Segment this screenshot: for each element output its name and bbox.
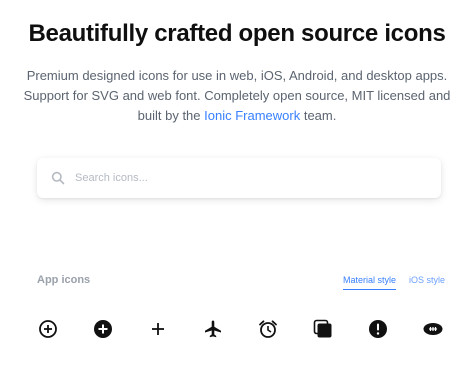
airplane-icon[interactable] [202,318,224,340]
add-icon[interactable] [147,318,169,340]
ionic-framework-link[interactable]: Ionic Framework [204,108,300,123]
alert-circle-icon[interactable] [367,318,389,340]
icon-grid [37,318,449,340]
section-title: App icons [37,274,91,286]
search-box[interactable] [37,158,441,198]
search-input[interactable] [73,171,441,185]
page-title: Beautifully crafted open source icons [28,20,446,47]
style-tabs: Material style iOS style [342,275,445,290]
hero-desc-line-3-pre: built by the [137,108,205,123]
add-circle-icon[interactable] [92,318,114,340]
american-football-icon[interactable] [422,318,444,340]
albums-icon[interactable] [312,318,334,340]
tab-material-style[interactable]: Material style [342,275,396,290]
add-circle-outline-icon[interactable] [37,318,59,340]
alarm-icon[interactable] [257,318,279,340]
tab-ios-style[interactable]: iOS style [409,275,445,290]
hero-desc-line-2: Support for SVG and web font. Completely… [23,88,451,103]
hero-description: Premium designed icons for use in web, i… [20,66,454,126]
hero-desc-line-1: Premium designed icons for use in web, i… [26,68,448,83]
hero-desc-line-3-post: team. [300,108,337,123]
search-icon [51,171,65,185]
